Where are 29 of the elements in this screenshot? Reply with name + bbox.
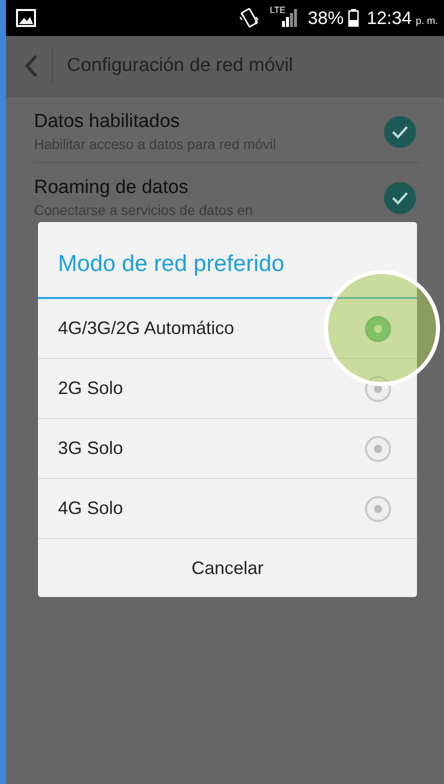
option-row[interactable]: 3G Solo: [38, 419, 417, 479]
cancel-button[interactable]: Cancelar: [38, 539, 417, 597]
checkbox[interactable]: [384, 182, 416, 214]
radio-button[interactable]: [365, 376, 391, 402]
radio-button[interactable]: [365, 496, 391, 522]
dialog-title: Modo de red preferido: [57, 249, 286, 278]
vibrate-icon: [238, 7, 260, 29]
option-label: 4G Solo: [58, 498, 124, 519]
checkmark-icon: [391, 190, 409, 204]
screen-title: Configuración de red móvil: [67, 55, 294, 77]
clock-period: p. m.: [416, 16, 438, 27]
back-icon: [24, 54, 38, 78]
option-label: 2G Solo: [58, 378, 124, 399]
radio-button[interactable]: [365, 436, 391, 462]
battery-percent: 38%: [308, 8, 344, 28]
option-label: 3G Solo: [58, 438, 124, 459]
option-row[interactable]: 4G/3G/2G Automático: [38, 299, 417, 359]
option-row[interactable]: 2G Solo: [38, 359, 417, 419]
checkbox[interactable]: [384, 116, 416, 148]
image-icon: [16, 9, 36, 27]
clock: 12:34: [366, 8, 412, 28]
setting-title: Datos habilitados: [34, 111, 181, 133]
option-label: 4G/3G/2G Automático: [58, 318, 236, 339]
option-row[interactable]: 4G Solo: [38, 479, 417, 539]
checkmark-icon: [391, 124, 409, 138]
battery-icon: [348, 9, 359, 27]
radio-button[interactable]: [365, 316, 391, 342]
network-label: LTE: [270, 5, 286, 15]
setting-title: Roaming de datos: [34, 177, 190, 199]
